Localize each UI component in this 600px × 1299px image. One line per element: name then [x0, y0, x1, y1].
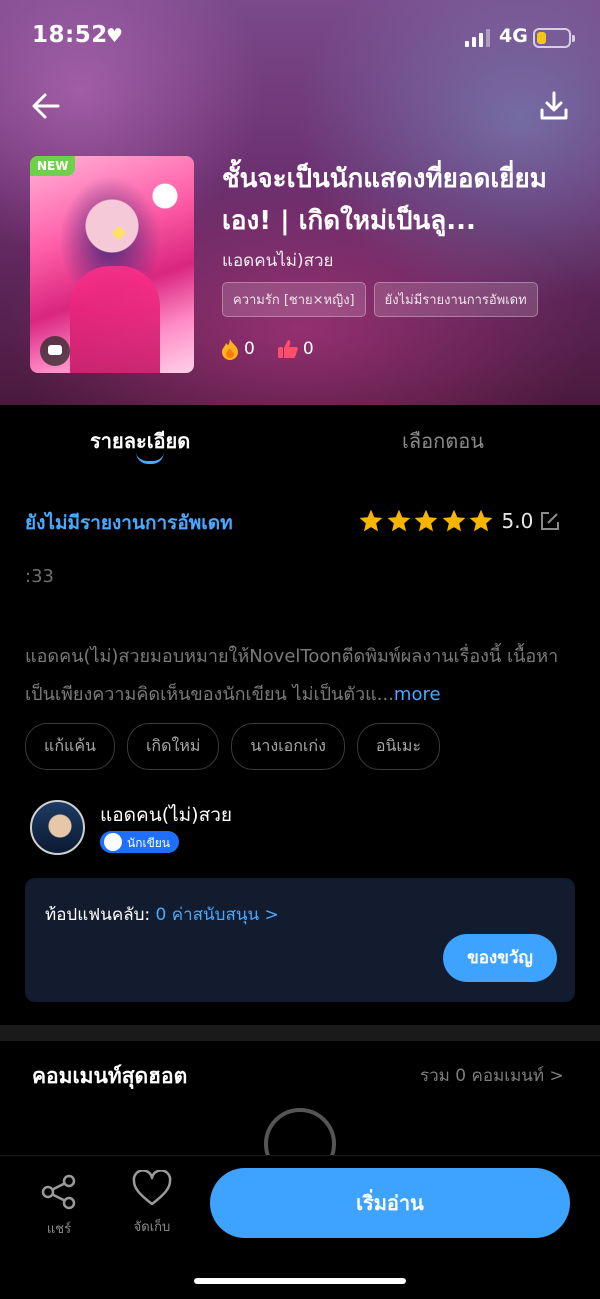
avatar[interactable] — [30, 800, 85, 855]
star-icon — [469, 509, 493, 532]
share-button[interactable]: แชร์ — [38, 1174, 80, 1239]
fire-icon — [222, 339, 238, 360]
bottom-action-bar: แชร์ จัดเก็บ เริ่มอ่าน — [0, 1155, 600, 1299]
rating-value: 5.0 — [501, 509, 534, 533]
writer-badge: นักเขียน — [100, 831, 180, 853]
author-name[interactable]: แอดคน(ไม่)สวย — [100, 800, 232, 830]
like-stat[interactable]: 0 — [277, 338, 314, 360]
new-badge: NEW — [30, 156, 76, 176]
battery-icon — [533, 28, 575, 48]
favorite-label: จัดเก็บ — [133, 1220, 171, 1235]
status-bar: 18:52 ♥ 4G — [0, 0, 600, 76]
cover-star-icon — [111, 225, 127, 241]
fan-club-label: ท้อปแฟนคลับ: — [45, 905, 151, 925]
thumbs-up-icon — [277, 340, 298, 358]
genre-tag[interactable]: เกิดใหม่ — [126, 723, 220, 770]
book-cover[interactable]: NEW — [30, 156, 194, 373]
tag-update-status[interactable]: ยังไม่มีรายงานการอัพเดท — [373, 282, 538, 317]
signal-icon — [465, 29, 491, 47]
description-text: แอดคน(ไม่)สวยมอบหมายให้NovelToonตีดพิมพ์… — [25, 646, 559, 705]
book-title: ชั้นจะเป็นนักแสดงที่ยอดเยี่ยมเอง! | เกิด… — [222, 164, 547, 236]
status-time: 18:52 — [32, 22, 108, 48]
writer-badge-label: นักเขียน — [127, 836, 171, 850]
comments-title: คอมเมนท์สุดฮอต — [32, 1064, 188, 1088]
gift-button[interactable]: ของขวัญ — [443, 934, 557, 982]
book-description[interactable]: แอดคน(ไม่)สวยมอบหมายให้NovelToonตีดพิมพ์… — [25, 638, 575, 714]
more-link[interactable]: more — [394, 684, 441, 705]
comment-bubble-icon[interactable] — [40, 336, 70, 366]
tab-chapters[interactable]: เลือกตอน — [402, 425, 484, 457]
chapter-count: :33 — [25, 566, 54, 587]
book-header: 18:52 ♥ 4G NEW ชั้นจะเป็นนักแสดงที่ยอดเย… — [0, 0, 600, 405]
heart-outline-icon — [132, 1169, 172, 1206]
book-author[interactable]: แอดคนไม่)สวย — [222, 247, 333, 274]
genre-tags: แก้แค้น เกิดใหม่ นางเอกเก่ง อนิเมะ — [25, 723, 441, 770]
rating-stars — [358, 508, 496, 534]
fan-club-value[interactable]: 0 ค่าสนับสนุน > — [156, 905, 279, 925]
star-icon — [442, 509, 465, 532]
fan-club-row[interactable]: ท้อปแฟนคลับ: 0 ค่าสนับสนุน > — [45, 901, 279, 928]
star-icon — [359, 509, 383, 532]
favorite-button[interactable]: จัดเก็บ — [126, 1169, 178, 1237]
genre-tag[interactable]: นางเอกเก่ง — [231, 723, 345, 770]
book-stats: 0 0 — [220, 338, 314, 360]
download-icon[interactable] — [538, 90, 570, 122]
star-icon — [387, 509, 410, 532]
back-arrow-icon[interactable] — [30, 90, 62, 122]
share-label: แชร์ — [46, 1222, 72, 1237]
start-reading-button[interactable]: เริ่มอ่าน — [210, 1168, 570, 1238]
rating[interactable]: 5.0 — [358, 508, 561, 534]
fan-club-card: ท้อปแฟนคลับ: 0 ค่าสนับสนุน > ของขวัญ — [25, 878, 575, 1002]
genre-tag[interactable]: อนิเมะ — [356, 723, 441, 770]
genre-tag[interactable]: แก้แค้น — [25, 723, 115, 770]
tag-category[interactable]: ความรัก [ชาย×หญิง] — [222, 282, 366, 317]
battery-level — [537, 32, 546, 44]
star-icon — [414, 509, 438, 532]
edit-icon[interactable] — [539, 510, 561, 532]
like-count: 0 — [302, 339, 314, 359]
fire-stat[interactable]: 0 — [220, 338, 255, 360]
home-indicator — [194, 1278, 406, 1284]
share-icon — [41, 1174, 76, 1210]
update-status: ยังไม่มีรายงานการอัพเดท — [25, 512, 233, 534]
cover-figure — [70, 266, 160, 373]
section-divider — [0, 1025, 600, 1041]
fire-count: 0 — [244, 339, 255, 359]
heart-icon: ♥ — [106, 25, 124, 47]
pen-icon — [104, 833, 122, 851]
book-tags: ความรัก [ชาย×หญิง] ยังไม่มีรายงานการอัพเ… — [222, 282, 538, 317]
network-type: 4G — [499, 25, 528, 47]
tab-bar: รายละเอียด เลือกตอน — [0, 405, 600, 475]
comments-total-link[interactable]: รวม 0 คอมเมนท์ > — [420, 1062, 564, 1089]
